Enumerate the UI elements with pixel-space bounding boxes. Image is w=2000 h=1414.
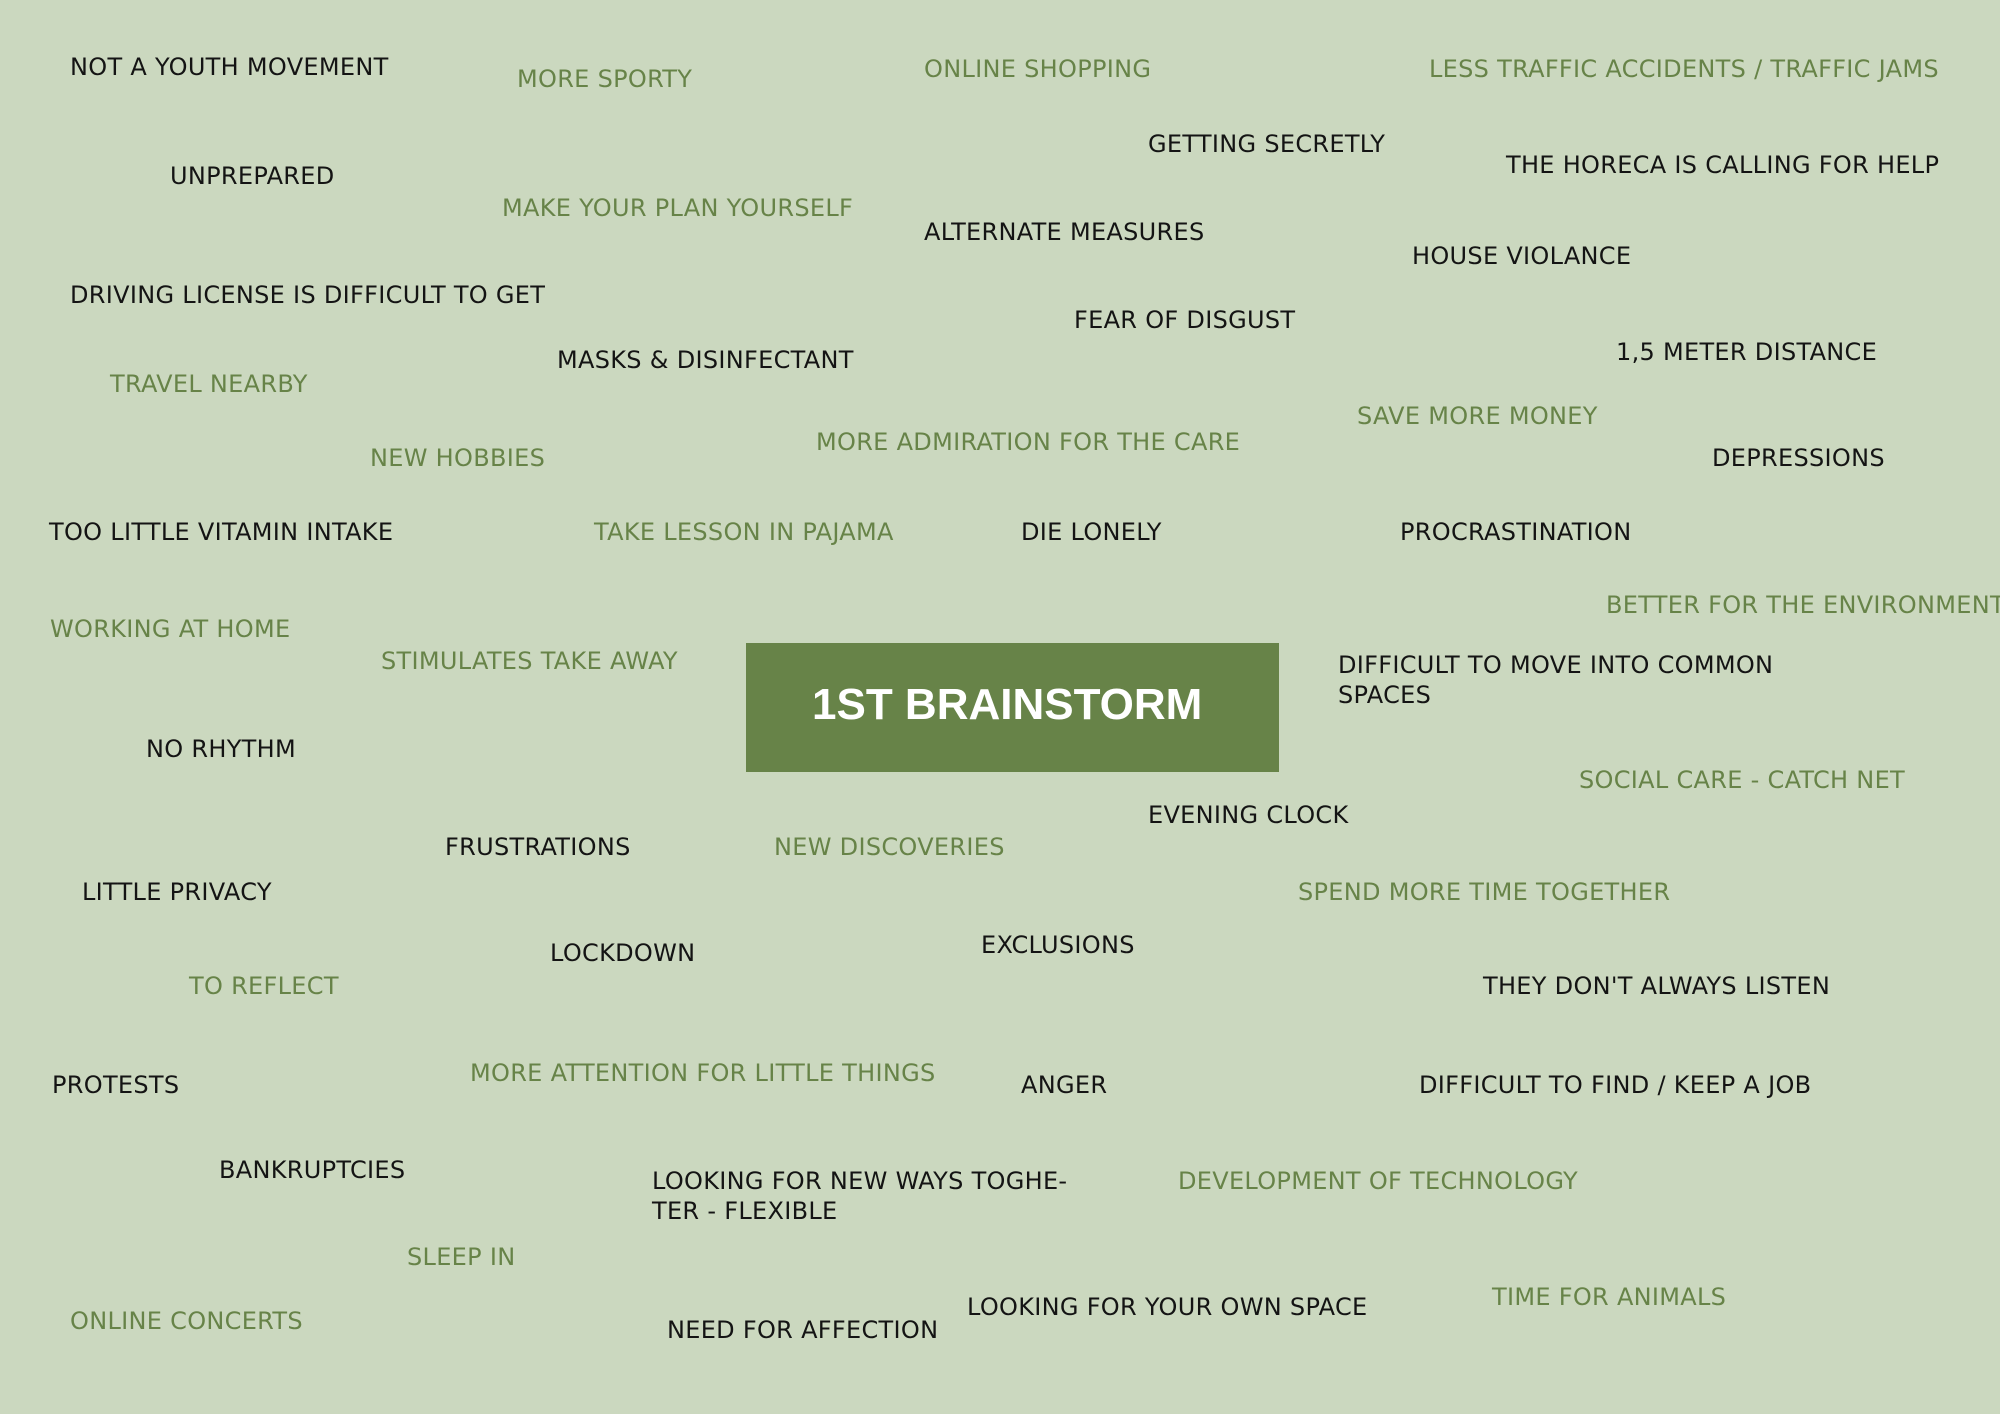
brainstorm-item: LOOKING FOR NEW WAYS TOGHE- xyxy=(652,1167,1068,1195)
brainstorm-item: DIFFICULT TO MOVE INTO COMMON xyxy=(1338,651,1774,679)
brainstorm-item: SOCIAL CARE - CATCH NET xyxy=(1579,766,1905,794)
brainstorm-item: MORE ADMIRATION FOR THE CARE xyxy=(816,428,1241,456)
brainstorm-item: DRIVING LICENSE IS DIFFICULT TO GET xyxy=(70,281,546,309)
brainstorm-item: BANKRUPTCIES xyxy=(219,1156,406,1184)
brainstorm-item: EVENING CLOCK xyxy=(1148,801,1349,829)
brainstorm-item: EXCLUSIONS xyxy=(981,931,1135,959)
brainstorm-item: SPEND MORE TIME TOGETHER xyxy=(1298,878,1671,906)
brainstorm-item: TER - FLEXIBLE xyxy=(652,1197,838,1225)
brainstorm-item: DIFFICULT TO FIND / KEEP A JOB xyxy=(1419,1071,1812,1099)
brainstorm-item: FRUSTRATIONS xyxy=(445,833,631,861)
brainstorm-item: LOOKING FOR YOUR OWN SPACE xyxy=(967,1293,1368,1321)
brainstorm-item: DIE LONELY xyxy=(1021,518,1162,546)
brainstorm-item: ANGER xyxy=(1021,1071,1108,1099)
center-title: 1ST BRAINSTORM xyxy=(812,680,1203,729)
brainstorm-item: UNPREPARED xyxy=(170,162,335,190)
brainstorm-item: THE HORECA IS CALLING FOR HELP xyxy=(1506,151,1940,179)
brainstorm-item: NEW HOBBIES xyxy=(370,444,546,472)
brainstorm-item: 1,5 METER DISTANCE xyxy=(1616,338,1878,366)
brainstorm-item: DEVELOPMENT OF TECHNOLOGY xyxy=(1178,1167,1578,1195)
brainstorm-item: TAKE LESSON IN PAJAMA xyxy=(594,518,894,546)
brainstorm-item: FEAR OF DISGUST xyxy=(1074,306,1296,334)
brainstorm-item: PROCRASTINATION xyxy=(1400,518,1632,546)
brainstorm-item: MASKS & DISINFECTANT xyxy=(557,346,854,374)
brainstorm-item: THEY DON'T ALWAYS LISTEN xyxy=(1483,972,1831,1000)
brainstorm-item: ONLINE SHOPPING xyxy=(924,55,1152,83)
brainstorm-item: SLEEP IN xyxy=(407,1243,516,1271)
brainstorm-item: SAVE MORE MONEY xyxy=(1357,402,1598,430)
brainstorm-item: HOUSE VIOLANCE xyxy=(1412,242,1632,270)
brainstorm-item: ALTERNATE MEASURES xyxy=(924,218,1205,246)
brainstorm-item: LOCKDOWN xyxy=(550,939,696,967)
brainstorm-item: STIMULATES TAKE AWAY xyxy=(381,647,678,675)
brainstorm-item: SPACES xyxy=(1338,681,1432,709)
brainstorm-item: NOT A YOUTH MOVEMENT xyxy=(70,53,389,81)
brainstorm-item: DEPRESSIONS xyxy=(1712,444,1885,472)
brainstorm-item: ONLINE CONCERTS xyxy=(70,1307,303,1335)
brainstorm-item: MAKE YOUR PLAN YOURSELF xyxy=(502,194,854,222)
brainstorm-item: GETTING SECRETLY xyxy=(1148,130,1386,158)
brainstorm-item: TRAVEL NEARBY xyxy=(110,370,308,398)
brainstorm-item: LESS TRAFFIC ACCIDENTS / TRAFFIC JAMS xyxy=(1429,55,1939,83)
brainstorm-item: TO REFLECT xyxy=(189,972,339,1000)
brainstorm-item: NO RHYTHM xyxy=(146,735,296,763)
brainstorm-item: WORKING AT HOME xyxy=(50,615,291,643)
brainstorm-item: MORE SPORTY xyxy=(517,65,693,93)
brainstorm-item: LITTLE PRIVACY xyxy=(82,878,272,906)
brainstorm-item: BETTER FOR THE ENVIRONMENT xyxy=(1606,591,2000,619)
center-title-box: 1ST BRAINSTORM xyxy=(746,643,1279,772)
brainstorm-item: TOO LITTLE VITAMIN INTAKE xyxy=(49,518,394,546)
brainstorm-item: PROTESTS xyxy=(52,1071,180,1099)
brainstorm-item: NEW DISCOVERIES xyxy=(774,833,1005,861)
brainstorm-item: MORE ATTENTION FOR LITTLE THINGS xyxy=(470,1059,936,1087)
brainstorm-item: NEED FOR AFFECTION xyxy=(667,1316,939,1344)
brainstorm-item: TIME FOR ANIMALS xyxy=(1492,1283,1727,1311)
